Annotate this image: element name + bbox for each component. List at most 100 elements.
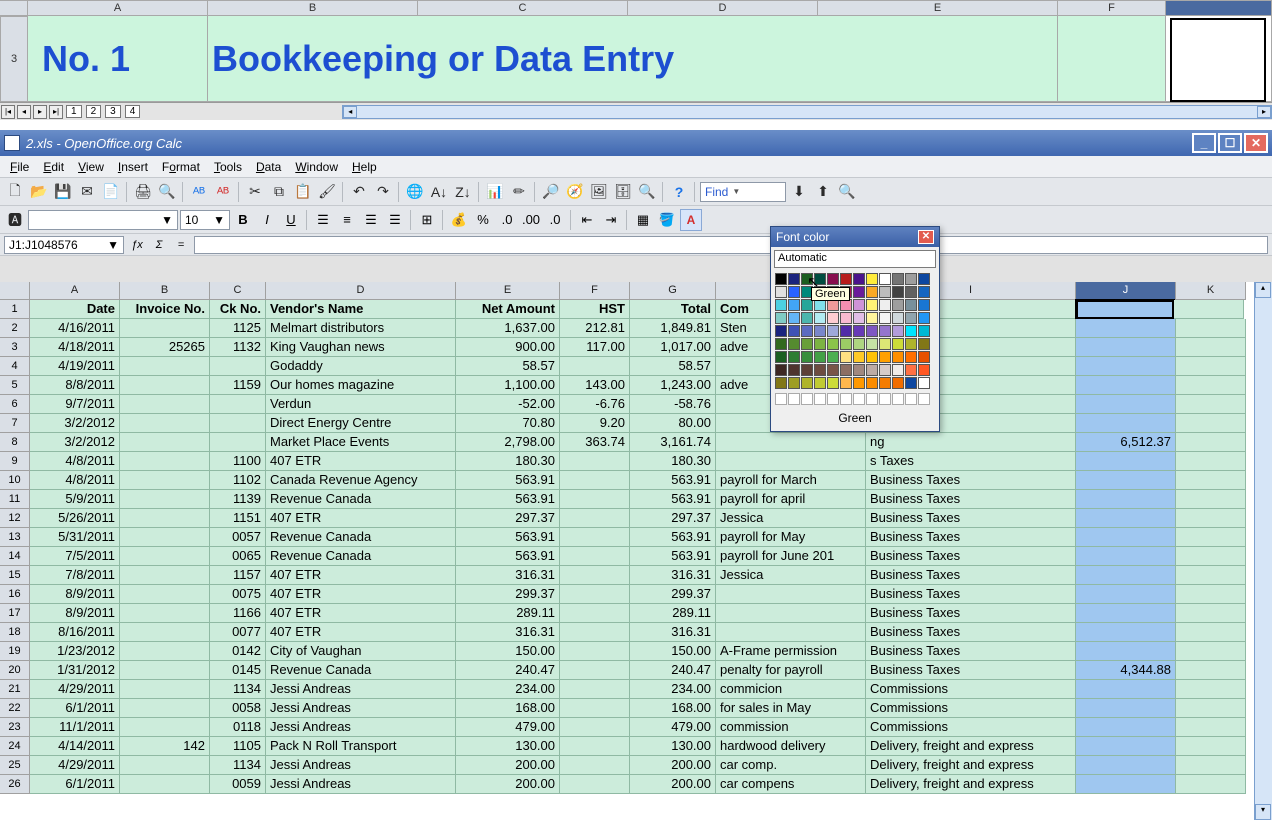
save-icon[interactable]: 💾 (52, 181, 74, 203)
cell-C18[interactable]: 0077 (210, 623, 266, 642)
cell-D7[interactable]: Direct Energy Centre (266, 414, 456, 433)
cell-G4[interactable]: 58.57 (630, 357, 716, 376)
custom-slot-9[interactable] (892, 393, 904, 405)
color-swatch-101[interactable] (840, 377, 852, 389)
color-swatch-68[interactable] (879, 338, 891, 350)
cell-A4[interactable]: 4/19/2011 (30, 357, 120, 376)
top-hscrollbar[interactable]: ◂ ▸ (342, 105, 1272, 119)
cell-K9[interactable] (1176, 452, 1246, 471)
cell-E3[interactable]: 900.00 (456, 338, 560, 357)
cell-F8[interactable]: 363.74 (560, 433, 630, 452)
color-swatch-4[interactable] (827, 273, 839, 285)
cell-H25[interactable]: car comp. (716, 756, 866, 775)
cell-B19[interactable] (120, 642, 210, 661)
color-swatch-69[interactable] (892, 338, 904, 350)
cell-H22[interactable]: for sales in May (716, 699, 866, 718)
color-swatch-18[interactable] (853, 286, 865, 298)
cell-C19[interactable]: 0142 (210, 642, 266, 661)
sheet-tab-4[interactable]: 4 (125, 105, 141, 118)
cell-D15[interactable]: 407 ETR (266, 566, 456, 585)
find-prev-icon[interactable]: ⬆ (812, 181, 834, 203)
cell-I9[interactable]: s Taxes (866, 452, 1076, 471)
rownum-11[interactable]: 11 (0, 490, 30, 509)
cell-D26[interactable]: Jessi Andreas (266, 775, 456, 794)
grid-colhead-C[interactable]: C (210, 282, 266, 300)
cell-H9[interactable] (716, 452, 866, 471)
cell-K6[interactable] (1176, 395, 1246, 414)
cell-A26[interactable]: 6/1/2011 (30, 775, 120, 794)
cell-K10[interactable] (1176, 471, 1246, 490)
cell-J25[interactable] (1076, 756, 1176, 775)
cell-I26[interactable]: Delivery, freight and express (866, 775, 1076, 794)
cell-E26[interactable]: 200.00 (456, 775, 560, 794)
color-swatch-81[interactable] (892, 351, 904, 363)
cell-I14[interactable]: Business Taxes (866, 547, 1076, 566)
cell-G2[interactable]: 1,849.81 (630, 319, 716, 338)
rownum-14[interactable]: 14 (0, 547, 30, 566)
cell-G16[interactable]: 299.37 (630, 585, 716, 604)
align-center-icon[interactable]: ≡ (336, 209, 358, 231)
cell-G23[interactable]: 479.00 (630, 718, 716, 737)
cell-E25[interactable]: 200.00 (456, 756, 560, 775)
color-swatch-9[interactable] (892, 273, 904, 285)
cell-J8[interactable]: 6,512.37 (1076, 433, 1176, 452)
hyperlink-icon[interactable]: 🌐 (404, 181, 426, 203)
cell-J13[interactable] (1076, 528, 1176, 547)
cell-D10[interactable]: Canada Revenue Agency (266, 471, 456, 490)
bold-button[interactable]: B (232, 209, 254, 231)
sort-asc-icon[interactable]: A↓ (428, 181, 450, 203)
cell-C12[interactable]: 1151 (210, 509, 266, 528)
cell-A8[interactable]: 3/2/2012 (30, 433, 120, 452)
custom-slot-10[interactable] (905, 393, 917, 405)
cell-G21[interactable]: 234.00 (630, 680, 716, 699)
cell-J3[interactable] (1076, 338, 1176, 357)
cell-G8[interactable]: 3,161.74 (630, 433, 716, 452)
menu-edit[interactable]: Edit (37, 158, 70, 176)
cell-K8[interactable] (1176, 433, 1246, 452)
menu-help[interactable]: Help (346, 158, 383, 176)
cell-B13[interactable] (120, 528, 210, 547)
cell-D23[interactable]: Jessi Andreas (266, 718, 456, 737)
cell-F7[interactable]: 9.20 (560, 414, 630, 433)
cell-G17[interactable]: 289.11 (630, 604, 716, 623)
cell-B7[interactable] (120, 414, 210, 433)
cell-F13[interactable] (560, 528, 630, 547)
cell-D6[interactable]: Verdun (266, 395, 456, 414)
cell-H8[interactable] (716, 433, 866, 452)
cell-I25[interactable]: Delivery, freight and express (866, 756, 1076, 775)
color-swatch-37[interactable] (788, 312, 800, 324)
cell-A7[interactable]: 3/2/2012 (30, 414, 120, 433)
cell-B10[interactable] (120, 471, 210, 490)
cell-J24[interactable] (1076, 737, 1176, 756)
cell-D25[interactable]: Jessi Andreas (266, 756, 456, 775)
menu-view[interactable]: View (72, 158, 110, 176)
cell-I13[interactable]: Business Taxes (866, 528, 1076, 547)
color-swatch-50[interactable] (801, 325, 813, 337)
cell-A22[interactable]: 6/1/2011 (30, 699, 120, 718)
align-justify-icon[interactable]: ☰ (384, 209, 406, 231)
cell-K11[interactable] (1176, 490, 1246, 509)
find-combo[interactable]: Find▼ (700, 182, 786, 202)
cell-H23[interactable]: commission (716, 718, 866, 737)
rownum-13[interactable]: 13 (0, 528, 30, 547)
tab-nav-last[interactable]: ▸| (49, 105, 63, 119)
color-swatch-90[interactable] (853, 364, 865, 376)
autospell-icon[interactable]: ᴬᴮ (212, 181, 234, 203)
color-swatch-92[interactable] (879, 364, 891, 376)
color-swatch-52[interactable] (827, 325, 839, 337)
custom-slot-8[interactable] (879, 393, 891, 405)
spellcheck-icon[interactable]: ᴬᴮ (188, 181, 210, 203)
color-swatch-12[interactable] (775, 286, 787, 298)
tab-nav-next[interactable]: ▸ (33, 105, 47, 119)
color-swatch-47[interactable] (918, 312, 930, 324)
bg-color-icon[interactable]: 🪣 (656, 209, 678, 231)
rownum-3[interactable]: 3 (0, 16, 28, 102)
color-swatch-63[interactable] (814, 338, 826, 350)
cell-C20[interactable]: 0145 (210, 661, 266, 680)
color-swatch-38[interactable] (801, 312, 813, 324)
cell-E23[interactable]: 479.00 (456, 718, 560, 737)
color-swatch-86[interactable] (801, 364, 813, 376)
cell-G14[interactable]: 563.91 (630, 547, 716, 566)
custom-slot-6[interactable] (853, 393, 865, 405)
cell-A19[interactable]: 1/23/2012 (30, 642, 120, 661)
